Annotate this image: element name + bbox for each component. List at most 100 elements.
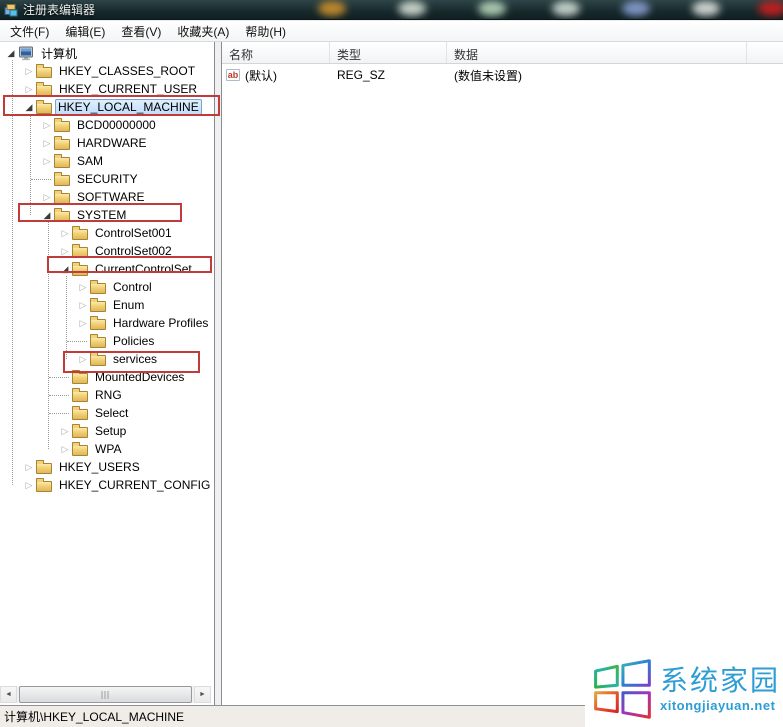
folder-icon [36, 103, 52, 114]
tree-item-label: SOFTWARE [74, 189, 148, 205]
tree-item-HARDWARE[interactable]: ▷ HARDWARE [0, 134, 214, 152]
folder-icon [72, 427, 88, 438]
tree-item-label: HKEY_CLASSES_ROOT [56, 63, 198, 79]
tree-item-Control[interactable]: ▷ Control [0, 278, 214, 296]
tree-item-Select[interactable]: Select [0, 404, 214, 422]
menu-item[interactable]: 编辑(E) [57, 20, 113, 43]
folder-icon [72, 409, 88, 420]
menu-item[interactable]: 查看(V) [113, 20, 169, 43]
panel-splitter[interactable] [214, 42, 222, 705]
expand-closed-icon[interactable]: ▷ [22, 460, 36, 474]
expand-open-icon[interactable]: ◢ [22, 100, 36, 114]
expand-closed-icon[interactable]: ▷ [22, 64, 36, 78]
tree-item-label: services [110, 351, 160, 367]
tree-item-label: HKEY_CURRENT_CONFIG [56, 477, 213, 493]
tree: ◢计算机 ▷ HKEY_CLASSES_ROOT ▷ HKEY_CURRENT_USER… [0, 42, 214, 494]
expand-open-icon[interactable]: ◢ [4, 46, 18, 60]
title-bar: 注册表编辑器 [0, 0, 783, 20]
expand-closed-icon[interactable]: ▷ [40, 136, 54, 150]
expand-closed-icon[interactable]: ▷ [22, 478, 36, 492]
tree-item-RNG[interactable]: RNG [0, 386, 214, 404]
column-headers: 名称类型数据 [222, 42, 783, 64]
folder-icon [72, 247, 88, 258]
expand-closed-icon[interactable]: ▷ [58, 442, 72, 456]
tree-item-label: ControlSet002 [92, 243, 175, 259]
main-content: ◢计算机 ▷ HKEY_CLASSES_ROOT ▷ HKEY_CURRENT_USER… [0, 42, 783, 705]
tree-item-label: BCD00000000 [74, 117, 159, 133]
folder-icon [90, 355, 106, 366]
tree-item-ControlSet001[interactable]: ▷ControlSet001 [0, 224, 214, 242]
tree-item-label: Select [92, 405, 131, 421]
values-panel: 名称类型数据 ab(默认)REG_SZ(数值未设置) [222, 42, 783, 705]
menu-item[interactable]: 收藏夹(A) [169, 20, 237, 43]
tree-item-HKEY_LOCAL_MACHINE[interactable]: ◢HKEY_LOCAL_MACHINE [0, 98, 214, 116]
expand-open-icon[interactable]: ◢ [58, 262, 72, 276]
expand-closed-icon[interactable]: ▷ [22, 82, 36, 96]
tree-item-Setup[interactable]: ▷ Setup [0, 422, 214, 440]
column-header-filler [747, 42, 783, 63]
expand-closed-icon[interactable]: ▷ [58, 244, 72, 258]
tree-item-label: Control [110, 279, 155, 295]
tree-item-SAM[interactable]: ▷ SAM [0, 152, 214, 170]
expand-closed-icon[interactable]: ▷ [76, 316, 90, 330]
expand-closed-icon[interactable]: ▷ [76, 280, 90, 294]
tree-item-SECURITY[interactable]: SECURITY [0, 170, 214, 188]
tree-item-HKEY_CURRENT_CONFIG[interactable]: ▷ HKEY_CURRENT_CONFIG [0, 476, 214, 494]
expand-closed-icon[interactable]: ▷ [40, 190, 54, 204]
scrollbar-thumb[interactable] [19, 686, 192, 703]
tree-horizontal-scrollbar[interactable]: ◄ ► [0, 686, 211, 703]
registry-value-row[interactable]: ab(默认)REG_SZ(数值未设置) [222, 66, 783, 84]
menu-item[interactable]: 文件(F) [2, 20, 57, 43]
watermark-site-url: xitongjiayuan.net [660, 699, 780, 712]
desktop-blur-blob [318, 1, 346, 16]
column-header[interactable]: 数据 [447, 42, 747, 63]
expand-closed-icon[interactable]: ▷ [40, 154, 54, 168]
expand-closed-icon[interactable]: ▷ [76, 352, 90, 366]
computer-icon [18, 46, 34, 61]
column-header[interactable]: 类型 [330, 42, 447, 63]
folder-icon [54, 211, 70, 222]
tree-item-label: HARDWARE [74, 135, 150, 151]
windows-logo-icon [589, 656, 655, 722]
tree-item-Hardware Profiles[interactable]: ▷ Hardware Profiles [0, 314, 214, 332]
tree-item-label: SAM [74, 153, 106, 169]
desktop-blur-blob [478, 1, 506, 16]
menu-item[interactable]: 帮助(H) [237, 20, 294, 43]
window-title: 注册表编辑器 [23, 1, 95, 18]
value-list: ab(默认)REG_SZ(数值未设置) [222, 66, 783, 84]
scroll-right-button[interactable]: ► [194, 686, 211, 703]
tree-item-label: HKEY_CURRENT_USER [56, 81, 200, 97]
tree-item-label: Hardware Profiles [110, 315, 211, 331]
tree-item-SYSTEM[interactable]: ◢SYSTEM [0, 206, 214, 224]
tree-item-SOFTWARE[interactable]: ▷ SOFTWARE [0, 188, 214, 206]
folder-icon [72, 229, 88, 240]
tree-item-计算机[interactable]: ◢计算机 [0, 44, 214, 62]
tree-item-WPA[interactable]: ▷ WPA [0, 440, 214, 458]
tree-item-label: Setup [92, 423, 129, 439]
tree-item-label: WPA [92, 441, 124, 457]
expand-closed-icon[interactable]: ▷ [40, 118, 54, 132]
tree-item-Enum[interactable]: ▷Enum [0, 296, 214, 314]
folder-icon [36, 481, 52, 492]
folder-icon [54, 175, 70, 186]
column-header[interactable]: 名称 [222, 42, 330, 63]
desktop-blur-blob [692, 1, 720, 16]
folder-icon [36, 67, 52, 78]
expand-closed-icon[interactable]: ▷ [76, 298, 90, 312]
tree-item-services[interactable]: ▷ services [0, 350, 214, 368]
tree-item-MountedDevices[interactable]: MountedDevices [0, 368, 214, 386]
scroll-left-button[interactable]: ◄ [0, 686, 17, 703]
folder-icon [36, 463, 52, 474]
tree-item-BCD00000000[interactable]: ▷ BCD00000000 [0, 116, 214, 134]
expand-open-icon[interactable]: ◢ [40, 208, 54, 222]
watermark-text: 系统家园 xitongjiayuan.net [660, 667, 780, 712]
expand-closed-icon[interactable]: ▷ [58, 226, 72, 240]
tree-item-ControlSet002[interactable]: ▷ ControlSet002 [0, 242, 214, 260]
tree-item-HKEY_CLASSES_ROOT[interactable]: ▷ HKEY_CLASSES_ROOT [0, 62, 214, 80]
tree-item-label: SECURITY [74, 171, 141, 187]
tree-item-Policies[interactable]: Policies [0, 332, 214, 350]
expand-closed-icon[interactable]: ▷ [58, 424, 72, 438]
tree-item-CurrentControlSet[interactable]: ◢CurrentControlSet [0, 260, 214, 278]
tree-item-HKEY_CURRENT_USER[interactable]: ▷ HKEY_CURRENT_USER [0, 80, 214, 98]
tree-item-HKEY_USERS[interactable]: ▷HKEY_USERS [0, 458, 214, 476]
